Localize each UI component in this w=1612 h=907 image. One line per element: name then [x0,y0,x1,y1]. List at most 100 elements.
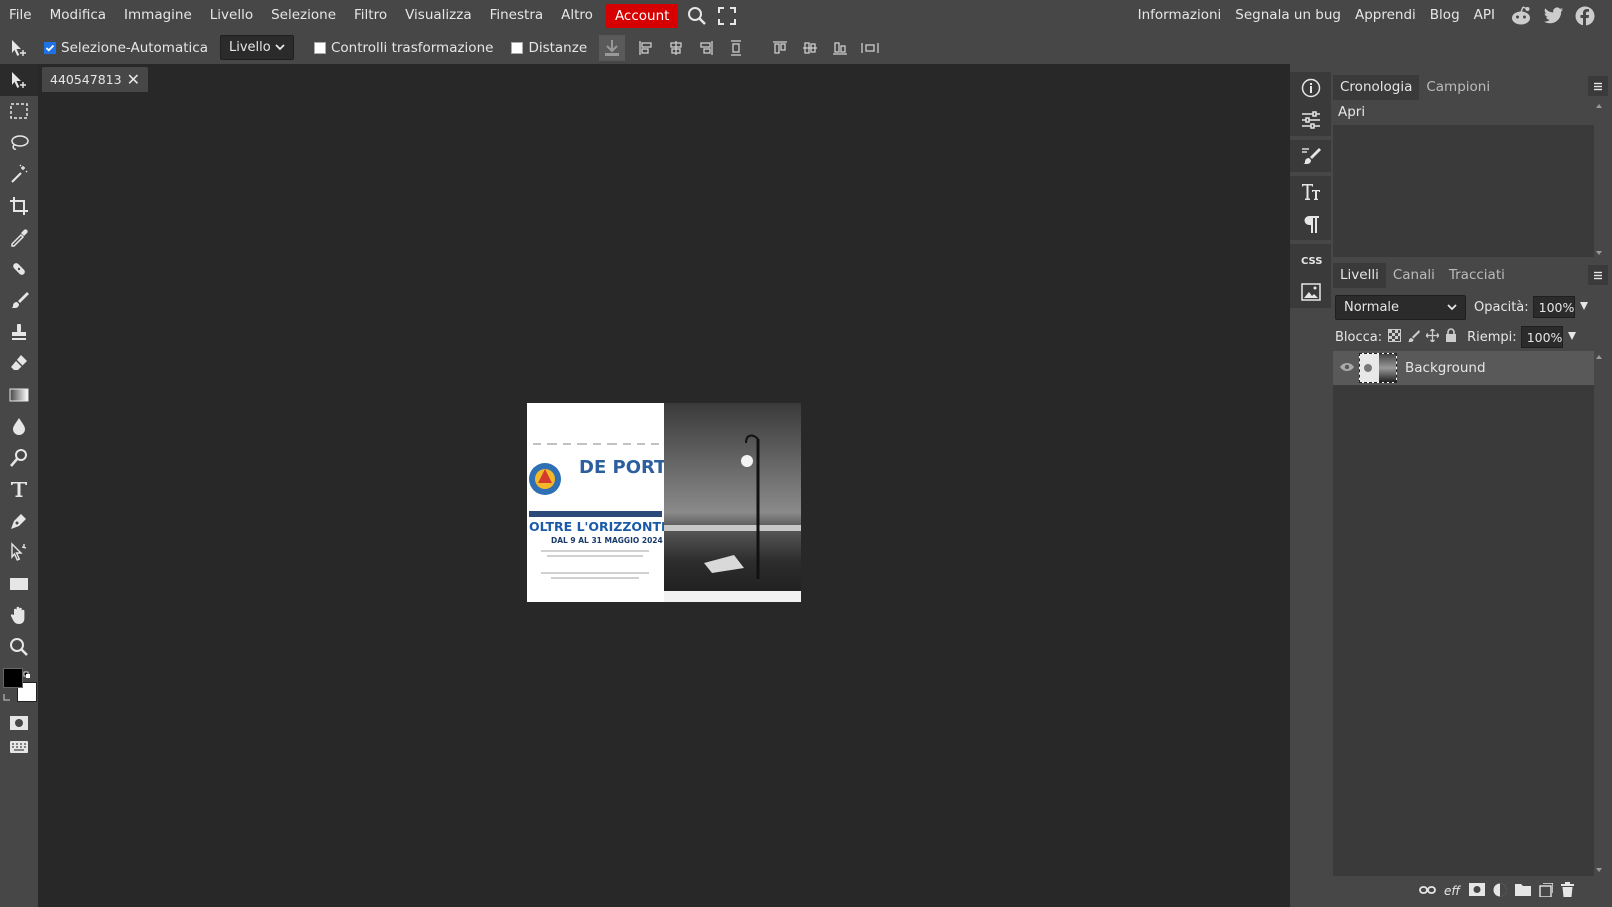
shape-tool-icon[interactable] [0,568,38,600]
eraser-tool-icon[interactable] [0,348,38,380]
menu-modifica[interactable]: Modifica [41,0,115,31]
tab-cronologia[interactable]: Cronologia [1333,75,1420,100]
lasso-tool-icon[interactable] [0,127,38,159]
move-tool-icon[interactable] [0,64,38,96]
eye-icon[interactable] [1339,361,1355,376]
crop-tool-icon[interactable] [0,190,38,222]
align-right-icon[interactable] [691,31,721,64]
distances-checkbox[interactable] [511,41,524,54]
link-apprendi[interactable]: Apprendi [1348,0,1423,31]
align-bottom-icon[interactable] [825,31,855,64]
auto-select-checkbox[interactable] [44,41,56,54]
reddit-icon[interactable] [1508,0,1534,31]
blur-tool-icon[interactable] [0,411,38,443]
magic-wand-tool-icon[interactable] [0,159,38,191]
menu-immagine[interactable]: Immagine [115,0,201,31]
search-icon[interactable] [682,0,712,31]
layers-scroll-down-icon[interactable] [1594,865,1603,874]
align-center-h-icon[interactable] [661,31,691,64]
twitter-icon[interactable] [1540,0,1566,31]
distribute-h-icon[interactable] [855,31,885,64]
character-icon[interactable] [1290,176,1331,208]
distances-option[interactable]: Distanze [511,40,587,56]
info-icon[interactable] [1290,72,1331,104]
auto-select-option[interactable]: Selezione-Automatica [44,40,208,56]
path-select-tool-icon[interactable] [0,537,38,569]
healing-tool-icon[interactable] [0,253,38,285]
lock-pixels-icon[interactable] [1407,329,1421,346]
download-icon[interactable] [599,34,626,61]
dodge-tool-icon[interactable] [0,442,38,474]
gradient-tool-icon[interactable] [0,379,38,411]
close-icon[interactable]: ✕ [127,70,140,89]
foreground-color-swatch[interactable] [3,668,23,688]
link-blog[interactable]: Blog [1423,0,1467,31]
history-panel-menu-icon[interactable] [1588,76,1608,96]
brush-tool-icon[interactable] [0,285,38,317]
brush-settings-icon[interactable] [1290,140,1331,172]
auto-select-target-select[interactable]: Livello [219,35,294,60]
keyboard-icon[interactable] [0,731,38,763]
transform-controls-option[interactable]: Controlli trasformazione [313,40,493,56]
lock-position-icon[interactable] [1425,327,1441,346]
align-left-icon[interactable] [631,31,661,64]
link-segnala-bug[interactable]: Segnala un bug [1228,0,1348,31]
hand-tool-icon[interactable] [0,600,38,632]
adjustments-icon[interactable] [1290,104,1331,136]
menu-selezione[interactable]: Selezione [262,0,345,31]
distribute-v-icon[interactable] [721,31,751,64]
tab-livelli[interactable]: Livelli [1333,263,1386,288]
align-middle-v-icon[interactable] [795,31,825,64]
fullscreen-icon[interactable] [712,0,742,31]
layers-panel-menu-icon[interactable] [1588,265,1608,285]
document-image[interactable]: DE PORTI BUS OLTRE L'ORIZZONTE DAL 9 AL … [527,403,801,602]
mask-icon[interactable] [1469,883,1485,900]
menu-file[interactable]: File [0,0,41,31]
fill-dropdown-icon[interactable] [1567,330,1577,345]
image-panel-icon[interactable] [1290,276,1331,308]
account-button[interactable]: Account [605,3,679,28]
tab-tracciati[interactable]: Tracciati [1442,263,1512,288]
align-top-icon[interactable] [765,31,795,64]
fill-input[interactable]: 100% [1520,326,1563,348]
clone-stamp-tool-icon[interactable] [0,316,38,348]
tab-canali[interactable]: Canali [1386,263,1442,288]
text-tool-icon[interactable] [0,474,38,506]
pen-tool-icon[interactable] [0,505,38,537]
zoom-tool-icon[interactable] [0,631,38,663]
effects-icon[interactable]: eff [1444,883,1461,901]
menu-altro[interactable]: Altro [552,0,602,31]
adjustment-icon[interactable] [1493,883,1507,901]
folder-icon[interactable] [1515,883,1531,900]
blend-mode-select[interactable]: Normale [1335,294,1466,320]
layers-scroll-up-icon[interactable] [1594,352,1603,361]
tab-campioni[interactable]: Campioni [1419,75,1497,100]
lock-transparency-icon[interactable] [1388,328,1402,346]
reset-colors-icon[interactable] [3,692,13,702]
marquee-tool-icon[interactable] [0,96,38,128]
history-scroll-down-icon[interactable] [1594,248,1603,257]
history-scroll-up-icon[interactable] [1594,101,1603,110]
history-item[interactable]: Apri [1333,100,1594,125]
menu-filtro[interactable]: Filtro [345,0,396,31]
move-tool-preset-icon[interactable] [0,31,38,64]
link-informazioni[interactable]: Informazioni [1131,0,1229,31]
new-layer-icon[interactable] [1539,881,1554,901]
css-icon[interactable]: CSS [1290,244,1331,276]
paragraph-icon[interactable] [1290,208,1331,240]
menu-finestra[interactable]: Finestra [481,0,553,31]
document-tab[interactable]: 440547813 ✕ [42,67,148,92]
transform-controls-checkbox[interactable] [313,41,326,54]
color-swatches[interactable] [3,668,37,702]
facebook-icon[interactable] [1572,0,1598,31]
trash-icon[interactable] [1561,882,1574,901]
link-api[interactable]: API [1467,0,1502,31]
eyedropper-tool-icon[interactable] [0,222,38,254]
canvas-workspace[interactable]: 440547813 ✕ DE PORTI BUS OLTRE L'ORIZZON… [38,64,1290,907]
link-icon[interactable] [1419,884,1436,899]
menu-livello[interactable]: Livello [201,0,262,31]
menu-visualizza[interactable]: Visualizza [396,0,481,31]
layer-row-background[interactable]: Background [1333,351,1594,385]
swap-colors-icon[interactable] [23,668,31,678]
lock-all-icon[interactable] [1445,328,1457,346]
